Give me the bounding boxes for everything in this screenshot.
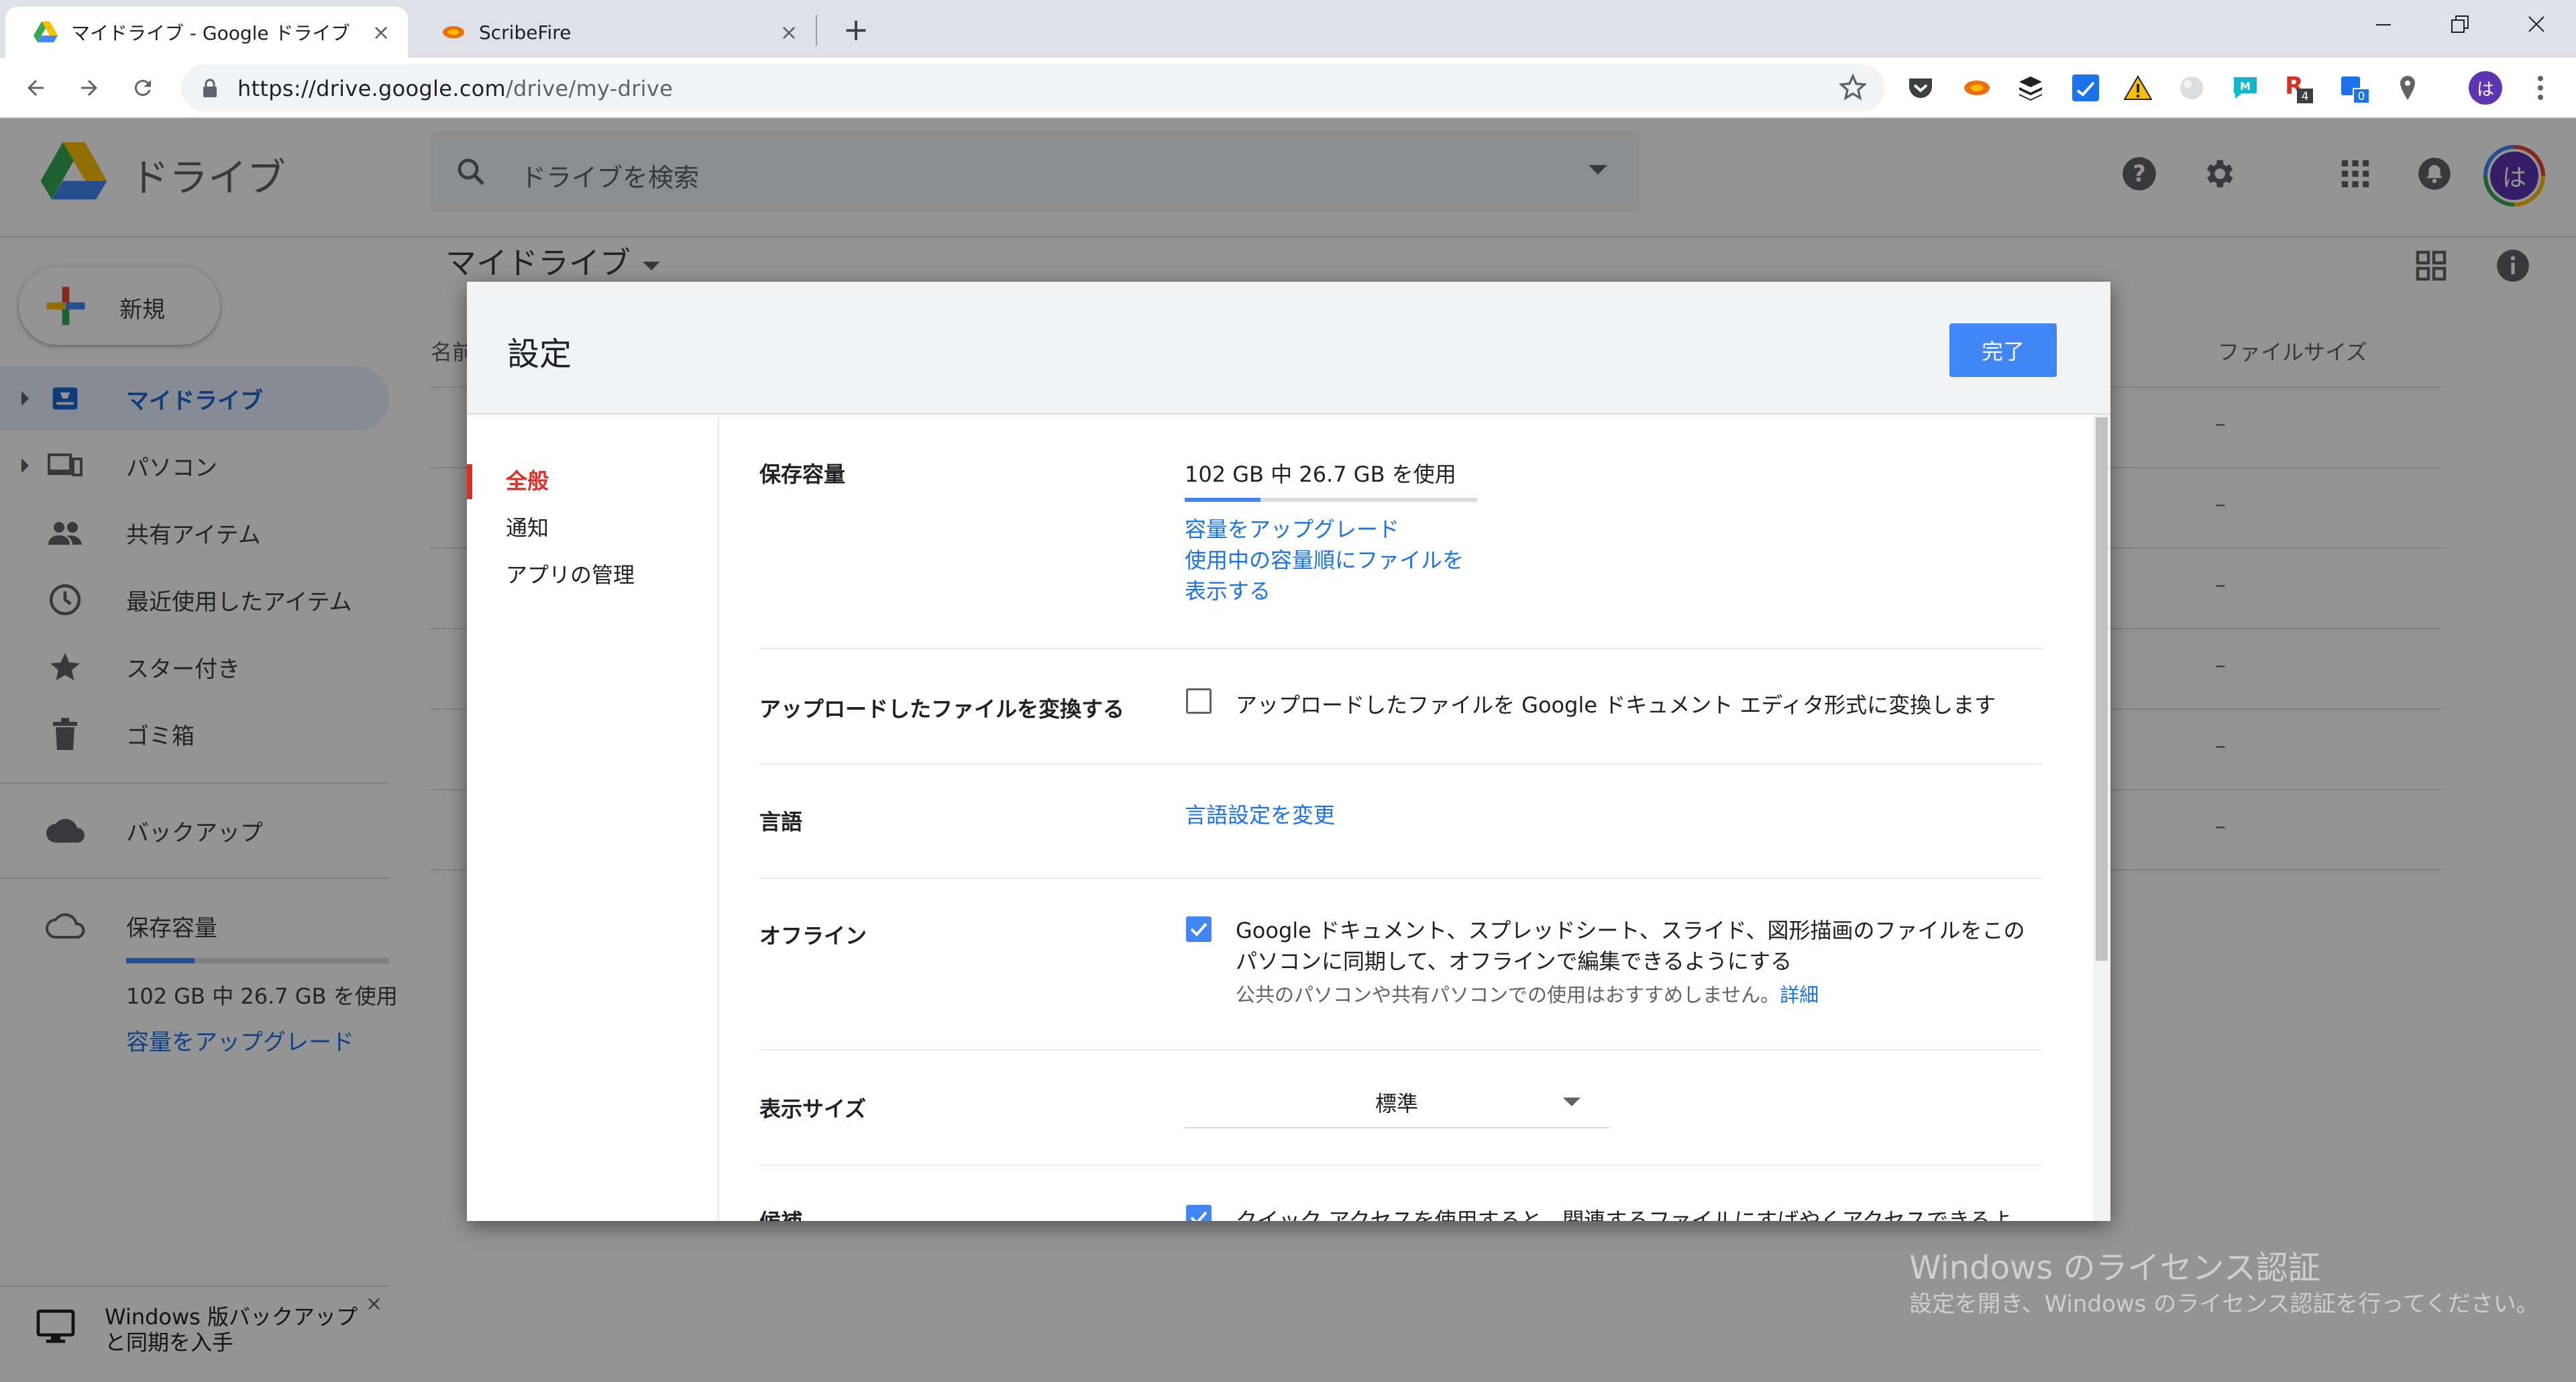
- svg-text:M: M: [2240, 80, 2251, 93]
- display-size-section-label: 表示サイズ: [759, 1096, 867, 1122]
- back-button[interactable]: [16, 68, 55, 107]
- checklist-extension-icon[interactable]: [2070, 72, 2101, 103]
- restore-button[interactable]: [2423, 0, 2497, 48]
- globe-extension-icon[interactable]: [2176, 72, 2207, 103]
- suggestions-checkbox[interactable]: [1186, 1205, 1212, 1221]
- offline-checkbox[interactable]: [1186, 916, 1212, 942]
- location-pin-extension-icon[interactable]: [2392, 72, 2423, 103]
- section-divider: [759, 763, 2042, 765]
- minimize-button[interactable]: [2347, 0, 2420, 48]
- blue-extension-icon[interactable]: 0: [2339, 72, 2369, 103]
- r-extension-icon[interactable]: R4: [2284, 72, 2314, 103]
- tab-separator: [816, 15, 817, 46]
- tab-google-drive[interactable]: マイドライブ - Google ドライブ ×: [5, 7, 408, 58]
- view-by-usage-line-1: 使用中の容量順にファイルを: [1185, 547, 1464, 573]
- section-divider: [759, 1165, 2042, 1166]
- offline-section-label: オフライン: [759, 923, 867, 949]
- url-text: https://drive.google.com/drive/my-drive: [237, 76, 673, 101]
- language-section-label: 言語: [759, 809, 803, 835]
- windows-activation-title: Windows のライセンス認証: [1909, 1249, 2320, 1287]
- view-by-usage-line-2: 表示する: [1185, 578, 1271, 604]
- url-path: /drive/my-drive: [505, 76, 674, 101]
- browser-tabstrip: マイドライブ - Google ドライブ × ScribeFire × +: [0, 0, 2576, 58]
- checkmark-icon: [1190, 1211, 1208, 1221]
- offline-note: 公共のパソコンや共有パソコンでの使用はおすすめしません。詳細: [1236, 979, 1819, 1008]
- scrollbar-thumb[interactable]: [2096, 417, 2108, 961]
- scribefire-icon: [441, 20, 466, 44]
- section-divider: [759, 878, 2042, 879]
- close-window-button[interactable]: [2500, 0, 2573, 48]
- checkmark-icon: [1190, 922, 1208, 937]
- done-button[interactable]: 完了: [1949, 323, 2057, 377]
- tab-scribefire[interactable]: ScribeFire ×: [413, 7, 816, 58]
- storage-usage-bar: [1185, 498, 1477, 502]
- settings-scrollbar[interactable]: [2093, 415, 2110, 1221]
- convert-uploads-checkbox[interactable]: [1186, 688, 1212, 714]
- settings-dialog-title: 設定: [507, 335, 572, 373]
- reload-button[interactable]: [123, 68, 162, 107]
- messages-extension-icon[interactable]: M: [2230, 72, 2261, 103]
- storage-usage-fill: [1185, 498, 1261, 502]
- warning-extension-icon[interactable]: [2123, 72, 2153, 103]
- offline-note-text: 公共のパソコンや共有パソコンでの使用はおすすめしません。: [1236, 984, 1780, 1006]
- tab-close-icon[interactable]: ×: [777, 19, 801, 45]
- settings-nav-notifications[interactable]: 通知: [506, 511, 549, 542]
- convert-uploads-text[interactable]: アップロードしたファイルを Google ドキュメント エディタ形式に変換します: [1236, 688, 1996, 719]
- storage-section-label: 保存容量: [759, 462, 846, 487]
- bookmark-star-icon[interactable]: [1838, 73, 1868, 103]
- scribefire-extension-icon[interactable]: [1962, 72, 1992, 103]
- browser-toolbar: https://drive.google.com/drive/my-drive …: [0, 58, 2576, 118]
- section-divider: [759, 648, 2042, 649]
- suggestions-text[interactable]: クイック アクセスを使用すると、関連するファイルにすばやくアクセスできるよ: [1236, 1204, 2012, 1221]
- chevron-down-icon: [1563, 1098, 1580, 1106]
- r-extension-badge: 4: [2302, 90, 2309, 103]
- view-by-usage-link[interactable]: 使用中の容量順にファイルを 表示する: [1185, 545, 1464, 606]
- forward-button[interactable]: [70, 68, 109, 107]
- address-bar[interactable]: https://drive.google.com/drive/my-drive: [181, 64, 1885, 111]
- settings-nav-general[interactable]: 全般: [506, 464, 549, 495]
- settings-side-nav: [467, 415, 719, 1221]
- suggestions-section-label: 候補: [759, 1205, 802, 1221]
- offline-description[interactable]: Google ドキュメント、スプレッドシート、スライド、図形描画のファイルをこの…: [1236, 915, 2025, 977]
- convert-section-label: アップロードしたファイルを変換する: [759, 696, 1125, 722]
- new-tab-button[interactable]: +: [837, 11, 875, 48]
- settings-nav-manage-apps[interactable]: アプリの管理: [506, 558, 635, 589]
- storage-usage-text: 102 GB 中 26.7 GB を使用: [1185, 462, 1456, 487]
- google-drive-icon: [34, 20, 58, 44]
- offline-text-line-2: パソコンに同期して、オフラインで編集できるようにする: [1236, 949, 1792, 974]
- windows-activation-subtitle: 設定を開き、Windows のライセンス認証を行ってください。: [1909, 1291, 2539, 1318]
- section-divider: [759, 1049, 2042, 1051]
- tab-close-icon[interactable]: ×: [369, 19, 393, 45]
- blue-extension-badge: 0: [2358, 90, 2365, 103]
- url-host: https://drive.google.com: [237, 76, 506, 101]
- tab-title: ScribeFire: [479, 21, 572, 44]
- settings-dialog-header: 設定 完了: [467, 282, 2110, 415]
- settings-dialog: 設定 完了 全般 通知 アプリの管理 保存容量 102 GB 中 26.7 GB…: [467, 282, 2110, 1221]
- pocket-extension-icon[interactable]: [1905, 72, 1936, 103]
- settings-nav-selected-marker: [467, 464, 472, 499]
- display-size-value: 標準: [1375, 1091, 1419, 1116]
- lock-icon: [201, 78, 219, 101]
- chrome-menu-icon[interactable]: [2525, 72, 2556, 103]
- upgrade-storage-link[interactable]: 容量をアップグレード: [1185, 514, 1399, 545]
- tab-title: マイドライブ - Google ドライブ: [71, 22, 350, 44]
- offline-details-link[interactable]: 詳細: [1780, 984, 1819, 1006]
- change-language-link[interactable]: 言語設定を変更: [1185, 800, 1335, 831]
- buffer-extension-icon[interactable]: [2015, 72, 2046, 103]
- offline-text-line-1: Google ドキュメント、スプレッドシート、スライド、図形描画のファイルをこの: [1236, 918, 2025, 943]
- chrome-profile-avatar[interactable]: は: [2469, 71, 2502, 105]
- display-size-select[interactable]: 標準: [1185, 1084, 1610, 1128]
